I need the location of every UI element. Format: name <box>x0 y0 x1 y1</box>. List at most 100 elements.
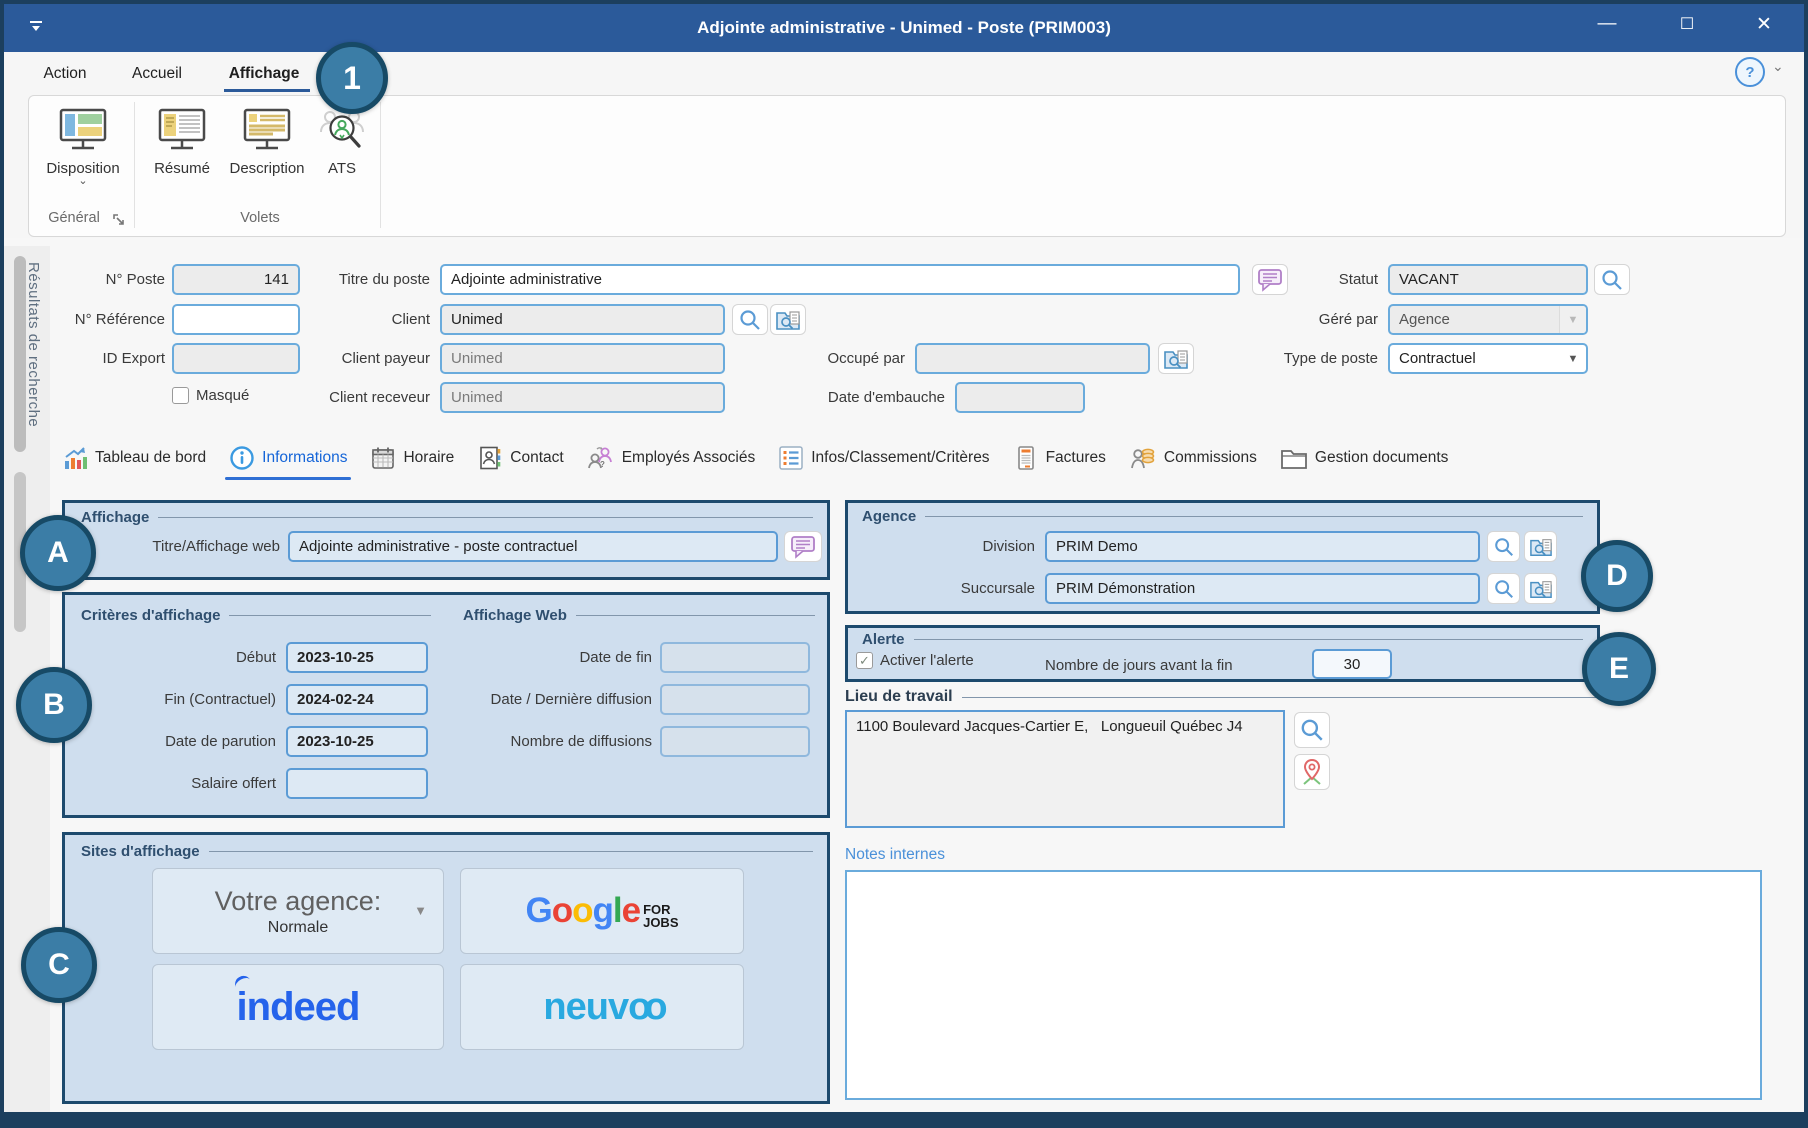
lieu-de-travail-field[interactable]: 1100 Boulevard Jacques-Cartier E, Longue… <box>845 710 1285 828</box>
collapse-ribbon-icon[interactable]: ⌄ <box>1772 58 1784 75</box>
id-export-field <box>172 343 300 374</box>
title-bar: Adjointe administrative - Unimed - Poste… <box>4 4 1804 52</box>
chevron-down-icon: ⌄ <box>78 177 87 185</box>
tab-informations[interactable]: Informations <box>229 445 347 471</box>
close-button[interactable]: ✕ <box>1742 0 1786 48</box>
type-de-poste-dropdown[interactable]: Contractuel ▼ <box>1388 343 1588 374</box>
svg-text:?: ? <box>600 460 605 469</box>
notes-internes-textarea[interactable] <box>845 870 1762 1100</box>
criteres-group-title: Critères d'affichage <box>81 607 431 624</box>
titre-affichage-web-label: Titre/Affichage web <box>105 531 280 562</box>
tab-contact[interactable]: Contact <box>477 445 563 471</box>
tab-commissions[interactable]: Commissions <box>1129 445 1257 471</box>
client-field[interactable]: Unimed <box>440 304 725 335</box>
succursale-field[interactable]: PRIM Démonstration <box>1045 573 1480 604</box>
tab-horaire[interactable]: Horaire <box>370 445 454 471</box>
site-neuvoo[interactable]: neuvoo <box>460 964 744 1050</box>
jours-avant-fin-label: Nombre de jours avant la fin <box>1045 652 1233 679</box>
masque-label: Masqué <box>196 387 249 404</box>
dialog-launcher-icon[interactable] <box>112 213 126 227</box>
web-title-comment-button[interactable] <box>784 531 822 562</box>
disposition-button[interactable]: Disposition ⌄ <box>36 100 130 208</box>
ats-people-search-icon <box>318 108 366 152</box>
ats-label: ATS <box>328 160 356 177</box>
resume-label: Résumé <box>154 160 210 177</box>
site-votre-agence-dropdown[interactable]: Votre agence: Normale ▼ <box>152 868 444 954</box>
activer-alerte-row[interactable]: ✓ Activer l'alerte <box>856 652 974 669</box>
ribbon-separator <box>380 102 381 228</box>
site-google-for-jobs[interactable]: Google FORJOBS <box>460 868 744 954</box>
window-bottom-edge <box>0 1112 1808 1128</box>
client-label: Client <box>308 304 430 335</box>
tab-gestion-documents[interactable]: Gestion documents <box>1280 445 1449 471</box>
lieu-search-button[interactable] <box>1294 712 1330 748</box>
division-open-button[interactable] <box>1524 531 1557 562</box>
date-parution-field[interactable]: 2023-10-25 <box>286 726 428 757</box>
callout-c-badge: C <box>21 927 97 1003</box>
search-icon <box>1299 717 1325 743</box>
activer-alerte-checkbox[interactable]: ✓ <box>856 652 873 669</box>
tab-tableau-de-bord[interactable]: Tableau de bord <box>62 445 206 471</box>
callout-a-badge: A <box>20 515 96 591</box>
salaire-offert-field[interactable] <box>286 768 428 799</box>
callout-1-badge: 1 <box>316 42 388 114</box>
sites-group-title: Sites d'affichage <box>81 843 813 860</box>
group-volets-label: Volets <box>142 210 378 226</box>
tab-infos-classement-criteres[interactable]: Infos/Classement/Critères <box>778 445 989 471</box>
gere-par-dropdown[interactable]: Agence ▼ <box>1388 304 1588 335</box>
tab-employes-associes[interactable]: ? Employés Associés <box>587 445 756 471</box>
succursale-open-button[interactable] <box>1524 573 1557 604</box>
window-title: Adjointe administrative - Unimed - Poste… <box>4 18 1804 38</box>
folder-search-icon <box>1529 536 1553 558</box>
description-button[interactable]: Description <box>224 100 310 208</box>
maximize-button[interactable]: ☐ <box>1665 0 1709 48</box>
debut-field[interactable]: 2023-10-25 <box>286 642 428 673</box>
ribbon-tab-affichage[interactable]: Affichage <box>218 58 310 90</box>
nombre-diffusions-label: Nombre de diffusions <box>430 726 652 757</box>
record-tab-bar: Tableau de bord Informations Horaire Con… <box>62 438 1682 478</box>
search-icon <box>1493 578 1515 600</box>
occupe-par-field[interactable] <box>915 343 1150 374</box>
statut-search-button[interactable] <box>1594 264 1630 295</box>
division-field[interactable]: PRIM Demo <box>1045 531 1480 562</box>
ribbon-tab-action[interactable]: Action <box>30 58 100 90</box>
division-search-button[interactable] <box>1487 531 1520 562</box>
active-tab-underline <box>225 477 351 480</box>
folder-search-icon <box>1529 578 1553 600</box>
statut-label: Statut <box>1268 264 1378 295</box>
ribbon-separator <box>134 102 135 228</box>
lieu-map-button[interactable] <box>1294 754 1330 790</box>
succursale-search-button[interactable] <box>1487 573 1520 604</box>
tab-factures[interactable]: Factures <box>1013 445 1106 471</box>
ats-button[interactable]: ATS <box>312 100 372 208</box>
client-search-button[interactable] <box>732 304 768 335</box>
associated-employees-icon: ? <box>587 445 615 471</box>
minimize-button[interactable]: — <box>1585 0 1629 48</box>
date-embauche-label: Date d'embauche <box>800 382 945 413</box>
statut-field[interactable]: VACANT <box>1388 264 1588 295</box>
client-open-button[interactable] <box>770 304 806 335</box>
info-icon <box>229 445 255 471</box>
client-payeur-field[interactable]: Unimed <box>440 343 725 374</box>
jours-avant-fin-field[interactable]: 30 <box>1312 649 1392 679</box>
site-indeed[interactable]: indeed <box>152 964 444 1050</box>
titre-du-poste-field[interactable]: Adjointe administrative <box>440 264 1240 295</box>
criteria-list-icon <box>778 445 804 471</box>
succursale-label: Succursale <box>905 573 1035 604</box>
occupe-par-open-button[interactable] <box>1158 343 1194 374</box>
ribbon-tab-accueil[interactable]: Accueil <box>118 58 196 90</box>
resume-button[interactable]: Résumé <box>142 100 222 208</box>
folder-icon <box>1280 445 1308 471</box>
no-reference-field[interactable] <box>172 304 300 335</box>
id-export-label: ID Export <box>40 343 165 374</box>
help-icon[interactable]: ? <box>1735 57 1765 87</box>
gere-par-label: Géré par <box>1268 304 1378 335</box>
indeed-logo: indeed <box>237 985 360 1030</box>
fin-contractuel-field[interactable]: 2024-02-24 <box>286 684 428 715</box>
masque-checkbox-row[interactable]: Masqué <box>172 387 249 404</box>
agence-group-title: Agence <box>862 508 1583 525</box>
no-reference-label: N° Référence <box>30 304 165 335</box>
masque-checkbox[interactable] <box>172 387 189 404</box>
titre-affichage-web-field[interactable]: Adjointe administrative - poste contract… <box>288 531 778 562</box>
client-receveur-field[interactable]: Unimed <box>440 382 725 413</box>
